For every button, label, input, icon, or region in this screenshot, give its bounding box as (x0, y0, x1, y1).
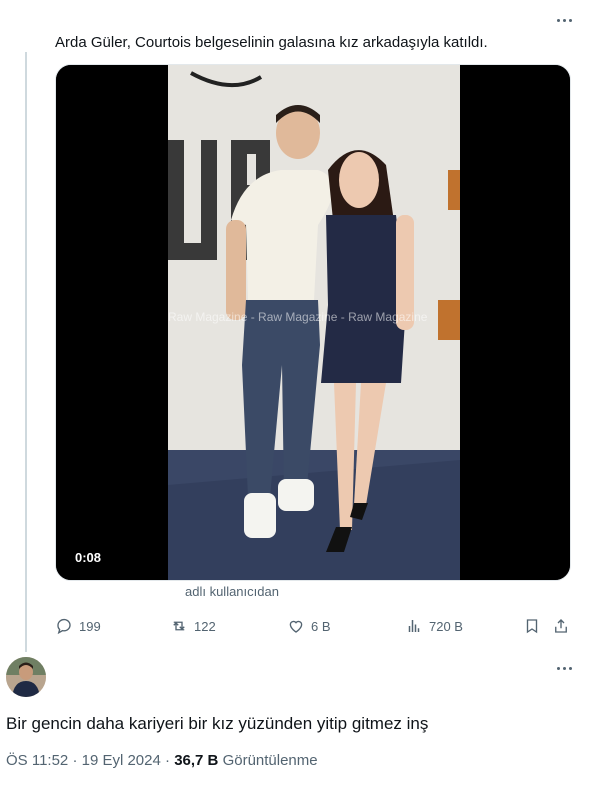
video-attribution-text[interactable]: adlı kullanıcıdan (185, 584, 279, 599)
reply-button[interactable]: 199 (55, 614, 101, 638)
meta-separator: · (165, 752, 171, 769)
more-horizontal-icon (556, 666, 560, 670)
video-watermark: Raw Magazine - Raw Magazine - Raw Magazi… (168, 310, 428, 324)
reply-time[interactable]: ÖS 11:52 (6, 752, 68, 769)
video-frame-image: Raw Magazine - Raw Magazine - Raw Magazi… (56, 65, 570, 580)
retweet-button[interactable]: 122 (170, 614, 216, 638)
bookmark-icon (526, 619, 538, 634)
thread-connector-line (25, 52, 27, 652)
like-button[interactable]: 6 B (287, 614, 331, 638)
views-count: 720 B (429, 618, 463, 634)
heart-icon (289, 620, 303, 633)
reply-author-avatar[interactable] (6, 657, 46, 697)
quoted-tweet-text: Arda Güler, Courtois belgeselinin galası… (55, 34, 488, 51)
like-count: 6 B (311, 618, 331, 634)
tweet-video-player[interactable]: Raw Magazine - Raw Magazine - Raw Magazi… (55, 64, 571, 581)
reply-date[interactable]: 19 Eyl 2024 (82, 752, 161, 769)
reply-views-count: 36,7 B (174, 752, 219, 769)
tweet-action-bar: 199 122 6 B 720 B (55, 614, 571, 638)
bar-chart-icon (408, 620, 420, 632)
share-upload-icon (555, 619, 567, 633)
views-button[interactable]: 720 B (405, 614, 463, 638)
video-duration-badge: 0:08 (69, 548, 108, 567)
reply-count: 199 (79, 618, 101, 634)
retweet-icon (173, 621, 185, 631)
reply-metadata: ÖS 11:52 · 19 Eyl 2024 · 36,7 B Görüntül… (6, 752, 318, 769)
reply-tweet-text: Bir gencin daha kariyeri bir kız yüzünde… (6, 714, 429, 733)
share-button[interactable] (552, 614, 570, 638)
retweet-count: 122 (194, 618, 216, 634)
reply-bubble-icon (57, 618, 71, 635)
meta-separator: · (72, 752, 78, 769)
bookmark-button[interactable] (523, 614, 541, 638)
reply-views-label: Görüntülenme (222, 752, 318, 769)
more-horizontal-icon (556, 18, 560, 22)
reply-more-options-button[interactable] (552, 658, 576, 678)
avatar-image (6, 657, 46, 697)
more-options-button[interactable] (552, 10, 576, 30)
